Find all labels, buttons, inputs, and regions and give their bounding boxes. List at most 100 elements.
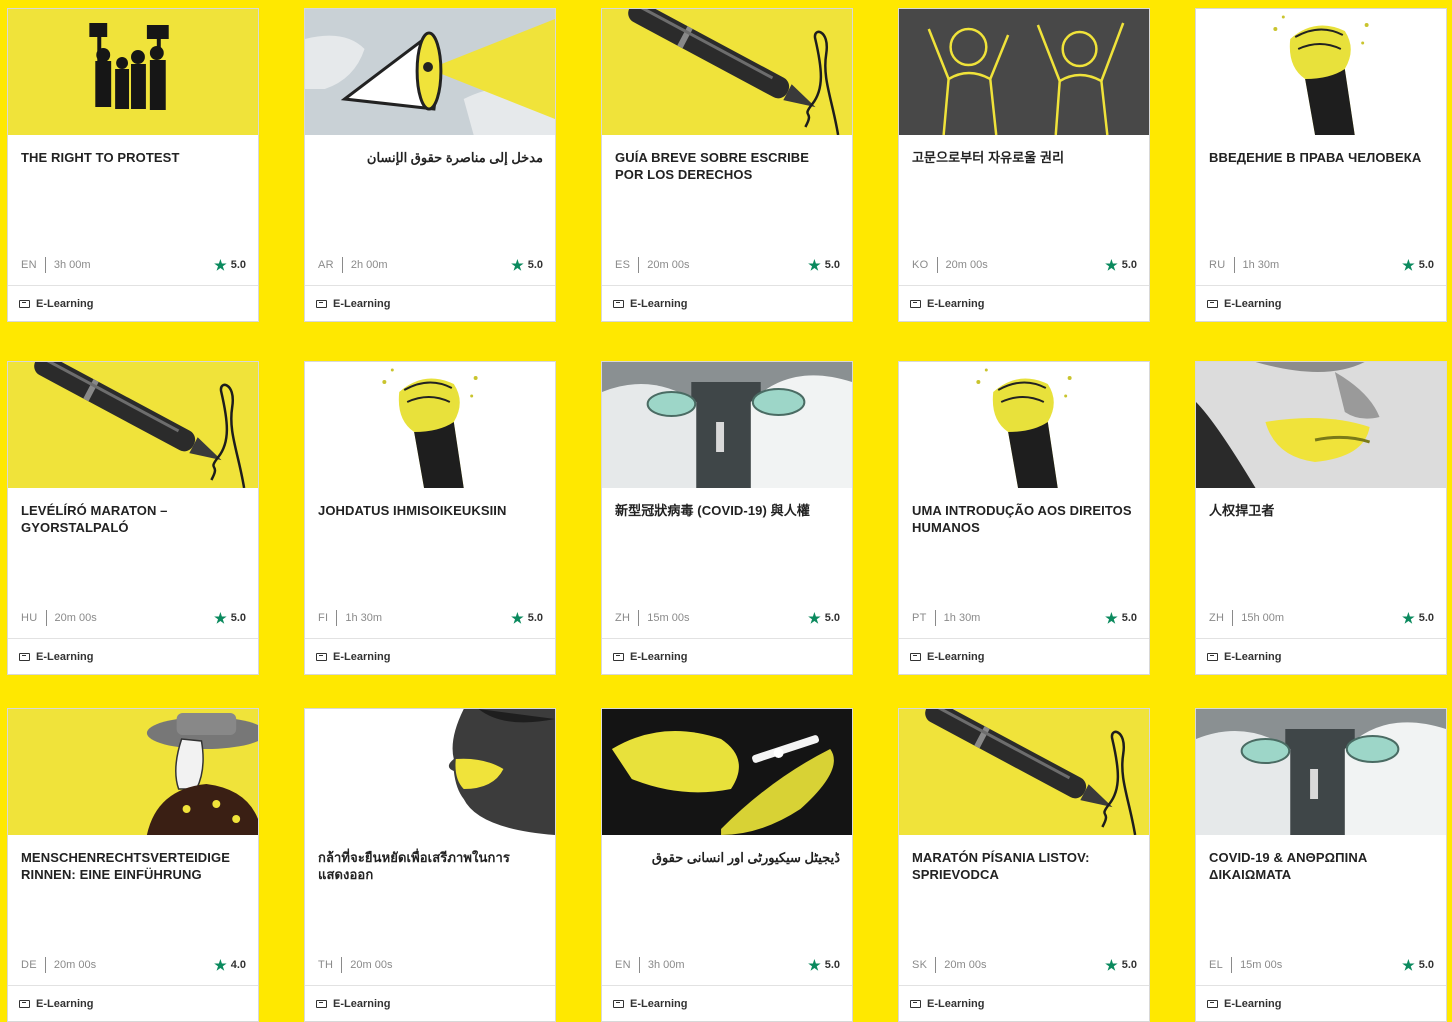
course-rating: ★ 5.0: [1105, 958, 1137, 972]
course-type-label: E-Learning: [630, 997, 688, 1010]
course-title[interactable]: THE RIGHT TO PROTEST: [21, 149, 246, 166]
course-thumbnail: [602, 9, 852, 135]
course-meta: FI 1h 30m ★ 5.0: [318, 608, 543, 628]
course-type: E-Learning: [305, 638, 555, 674]
course-meta: ES 20m 00s ★ 5.0: [615, 255, 840, 275]
course-language: DE: [21, 959, 37, 971]
course-card[interactable]: GUÍA BREVE SOBRE ESCRIBE POR LOS DERECHO…: [601, 8, 853, 322]
course-title[interactable]: UMA INTRODUÇÃO AOS DIREITOS HUMANOS: [912, 502, 1137, 536]
course-type: E-Learning: [899, 638, 1149, 674]
meta-divider: [341, 257, 343, 273]
course-card[interactable]: 고문으로부터 자유로울 권리 KO 20m 00s ★ 5.0 E-Learning: [898, 8, 1150, 322]
course-language: EN: [615, 959, 631, 971]
course-title[interactable]: GUÍA BREVE SOBRE ESCRIBE POR LOS DERECHO…: [615, 149, 840, 183]
course-meta: PT 1h 30m ★ 5.0: [912, 608, 1137, 628]
e-learning-icon: [316, 999, 327, 1008]
course-thumbnail: [305, 362, 555, 488]
course-thumbnail: [1196, 709, 1446, 835]
course-thumbnail: [305, 9, 555, 135]
course-type-label: E-Learning: [630, 297, 688, 310]
rating-value: 5.0: [527, 612, 543, 624]
course-type-label: E-Learning: [333, 297, 391, 310]
course-rating: ★ 5.0: [1402, 258, 1434, 272]
course-card[interactable]: กล้าที่จะยืนหยัดเพื่อเสรีภาพในการแสดงออก…: [304, 708, 556, 1022]
star-icon: ★: [1402, 610, 1415, 626]
course-card[interactable]: 新型冠狀病毒 (COVID-19) 與人權 ZH 15m 00s ★ 5.0 E-Lear…: [601, 361, 853, 675]
course-card[interactable]: MENSCHENRECHTSVERTEIDIGE RINNEN: EINE EI…: [7, 708, 259, 1022]
course-title[interactable]: กล้าที่จะยืนหยัดเพื่อเสรีภาพในการแสดงออก: [318, 849, 543, 883]
course-type: E-Learning: [1196, 285, 1446, 321]
e-learning-icon: [910, 652, 921, 661]
course-duration: 20m 00s: [350, 959, 393, 971]
course-type: E-Learning: [602, 638, 852, 674]
star-icon: ★: [1402, 957, 1415, 973]
course-card[interactable]: UMA INTRODUÇÃO AOS DIREITOS HUMANOS PT 1h …: [898, 361, 1150, 675]
course-title[interactable]: 人权捍卫者: [1209, 502, 1434, 519]
course-type-label: E-Learning: [333, 997, 391, 1010]
course-title[interactable]: MARATÓN PÍSANIA LISTOV: SPRIEVODCA: [912, 849, 1137, 883]
course-duration: 20m 00s: [944, 959, 987, 971]
course-language: PT: [912, 612, 927, 624]
star-icon: ★: [511, 610, 524, 626]
course-card[interactable]: LEVÉLÍRÓ MARATON – GYORSTALPALÓ HU 20m 00s…: [7, 361, 259, 675]
e-learning-icon: [1207, 299, 1218, 308]
course-language: FI: [318, 612, 329, 624]
course-language: ZH: [1209, 612, 1225, 624]
course-type-label: E-Learning: [630, 650, 688, 663]
course-meta: ZH 15h 00m ★ 5.0: [1209, 608, 1434, 628]
meta-divider: [1233, 257, 1235, 273]
course-title[interactable]: MENSCHENRECHTSVERTEIDIGE RINNEN: EINE EI…: [21, 849, 246, 883]
meta-divider: [935, 957, 937, 973]
course-card[interactable]: مدخل إلى مناصرة حقوق الإنسان AR 2h 00m ★ 5.0…: [304, 8, 556, 322]
course-duration: 20m 00s: [945, 259, 988, 271]
course-meta: KO 20m 00s ★ 5.0: [912, 255, 1137, 275]
course-thumbnail: [8, 362, 258, 488]
course-duration: 1h 30m: [345, 612, 383, 624]
course-card[interactable]: ВВЕДЕНИЕ В ПРАВА ЧЕЛОВЕКА RU 1h 30m ★ 5.0 E-L…: [1195, 8, 1447, 322]
course-card[interactable]: JOHDATUS IHMISOIKEUKSIIN FI 1h 30m ★ 5.0 E-Le…: [304, 361, 556, 675]
course-rating: ★ 4.0: [214, 958, 246, 972]
course-card[interactable]: THE RIGHT TO PROTEST EN 3h 00m ★ 5.0 E-Learni…: [7, 8, 259, 322]
e-learning-icon: [19, 299, 30, 308]
course-title[interactable]: 고문으로부터 자유로울 권리: [912, 149, 1137, 166]
course-meta: SK 20m 00s ★ 5.0: [912, 955, 1137, 975]
course-title[interactable]: JOHDATUS IHMISOIKEUKSIIN: [318, 502, 543, 519]
course-card[interactable]: COVID-19 & ΑΝΘΡΩΠΙΝΑ ΔΙΚΑΙΩΜΑΤΑ EL 15m 00s…: [1195, 708, 1447, 1022]
e-learning-icon: [1207, 999, 1218, 1008]
course-rating: ★ 5.0: [808, 258, 840, 272]
course-language: AR: [318, 259, 334, 271]
e-learning-icon: [19, 652, 30, 661]
course-duration: 1h 30m: [943, 612, 981, 624]
course-title[interactable]: ВВЕДЕНИЕ В ПРАВА ЧЕЛОВЕКА: [1209, 149, 1434, 166]
course-card[interactable]: MARATÓN PÍSANIA LISTOV: SPRIEVODCA SK 20m …: [898, 708, 1150, 1022]
course-rating: ★ 5.0: [511, 258, 543, 272]
course-type: E-Learning: [8, 638, 258, 674]
course-thumbnail: [602, 709, 852, 835]
meta-divider: [934, 610, 936, 626]
rating-value: 5.0: [230, 259, 246, 271]
course-type-label: E-Learning: [927, 297, 985, 310]
course-thumbnail: [1196, 362, 1446, 488]
course-type: E-Learning: [602, 285, 852, 321]
course-title[interactable]: 新型冠狀病毒 (COVID-19) 與人權: [615, 502, 840, 519]
course-language: EN: [21, 259, 37, 271]
course-duration: 1h 30m: [1242, 259, 1280, 271]
rating-value: 5.0: [230, 612, 246, 624]
course-title[interactable]: LEVÉLÍRÓ MARATON – GYORSTALPALÓ: [21, 502, 246, 536]
course-title[interactable]: مدخل إلى مناصرة حقوق الإنسان: [318, 149, 543, 166]
star-icon: ★: [1105, 610, 1118, 626]
course-card[interactable]: ڈیجیٹل سیکیورٹی اور انسانی حقوق EN 3h 00m ★…: [601, 708, 853, 1022]
meta-divider: [45, 610, 47, 626]
course-card[interactable]: 人权捍卫者 ZH 15h 00m ★ 5.0 E-Learning: [1195, 361, 1447, 675]
meta-divider: [638, 610, 640, 626]
course-thumbnail: [8, 9, 258, 135]
course-title[interactable]: ڈیجیٹل سیکیورٹی اور انسانی حقوق: [615, 849, 840, 866]
course-thumbnail: [1196, 9, 1446, 135]
course-thumbnail: [899, 9, 1149, 135]
course-type-label: E-Learning: [36, 650, 94, 663]
course-language: HU: [21, 612, 38, 624]
course-type: E-Learning: [1196, 638, 1446, 674]
course-title[interactable]: COVID-19 & ΑΝΘΡΩΠΙΝΑ ΔΙΚΑΙΩΜΑΤΑ: [1209, 849, 1434, 883]
rating-value: 4.0: [230, 959, 246, 971]
star-icon: ★: [808, 257, 821, 273]
